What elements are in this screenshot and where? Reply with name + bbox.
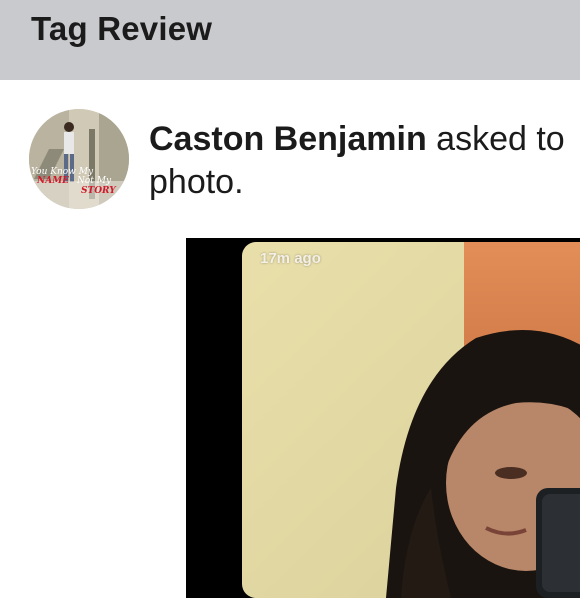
tagged-photo[interactable]: 17m ago xyxy=(186,238,580,598)
avatar[interactable]: You Know My NAME Not My STORY xyxy=(29,109,129,209)
top-bar: Tag Review xyxy=(0,0,580,80)
request-text: asked to xyxy=(436,120,565,158)
photo-image xyxy=(186,238,580,598)
photo-timestamp: 17m ago xyxy=(260,250,321,267)
avatar-caption: STORY xyxy=(81,186,116,196)
avatar-caption: Not My xyxy=(77,176,112,186)
page-title: Tag Review xyxy=(31,10,213,47)
request-text-cont: photo. xyxy=(149,163,244,201)
requester-name[interactable]: Caston Benjamin xyxy=(149,120,427,158)
avatar-caption: NAME xyxy=(37,176,70,186)
tag-request-message: Caston Benjamin asked to photo. xyxy=(149,118,580,204)
